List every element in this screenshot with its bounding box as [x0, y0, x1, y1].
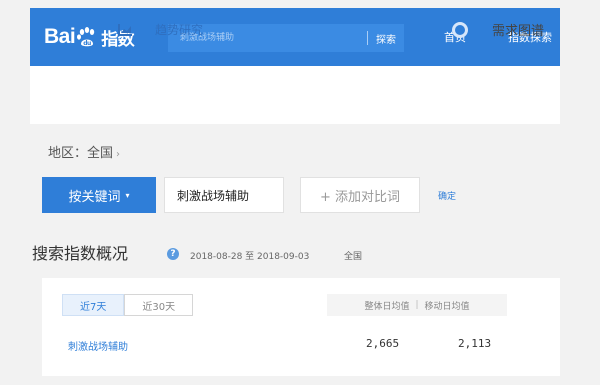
overview-title: 搜索指数概况: [32, 244, 129, 263]
overall-average-value: 2,665: [366, 337, 400, 350]
page: Bai du 指数 探索 首页 指数探索: [0, 0, 600, 385]
keyword-mode-button[interactable]: 按关键词 ▾: [42, 177, 156, 213]
period-tabs: 近7天 近30天: [62, 294, 194, 316]
secondary-nav: [30, 66, 560, 124]
tab-demand-graph[interactable]: 需求图谱: [492, 20, 544, 39]
keyword-chip-label: 刺激战场辅助: [177, 188, 250, 203]
add-compare-button[interactable]: + 添加对比词: [300, 177, 420, 213]
search-button[interactable]: 探索: [368, 31, 404, 46]
svg-text:du: du: [83, 40, 91, 47]
column-overall-average: 整体日均值: [364, 301, 410, 312]
keyword-chip[interactable]: 刺激战场辅助: [164, 177, 284, 213]
top-header: Bai du 指数 探索 首页 指数探索: [30, 8, 560, 66]
date-range: 2018-08-28 至 2018-09-03: [190, 252, 310, 262]
column-separator: |: [415, 300, 419, 310]
search-box: 探索: [168, 24, 404, 52]
tab-7-days[interactable]: 近7天: [62, 294, 125, 316]
chevron-right-icon: ›: [116, 149, 121, 160]
tab-30-days[interactable]: 近30天: [124, 294, 194, 316]
demand-dot-icon: [455, 25, 465, 35]
overview-region: 全国: [344, 252, 363, 262]
mobile-average-value: 2,113: [458, 337, 492, 350]
chart-icon: [118, 24, 132, 36]
tab-trend-research[interactable]: 趋势研究: [155, 21, 203, 38]
overview-panel: [42, 278, 560, 376]
region-selector[interactable]: 地区：全国 ›: [48, 142, 120, 161]
table-header: 整体日均值 | 移动日均值: [327, 294, 507, 316]
confirm-button[interactable]: 确定: [438, 189, 456, 202]
help-icon[interactable]: ?: [167, 248, 179, 260]
table-row-keyword[interactable]: 刺激战场辅助: [68, 338, 128, 353]
region-label: 地区：全国: [48, 146, 114, 161]
caret-down-icon: ▾: [125, 190, 130, 200]
column-mobile-average: 移动日均值: [424, 301, 470, 312]
keyword-mode-label: 按关键词: [68, 189, 121, 205]
paw-logo-icon: du: [76, 26, 98, 48]
logo-bai-text: Bai: [44, 25, 76, 48]
